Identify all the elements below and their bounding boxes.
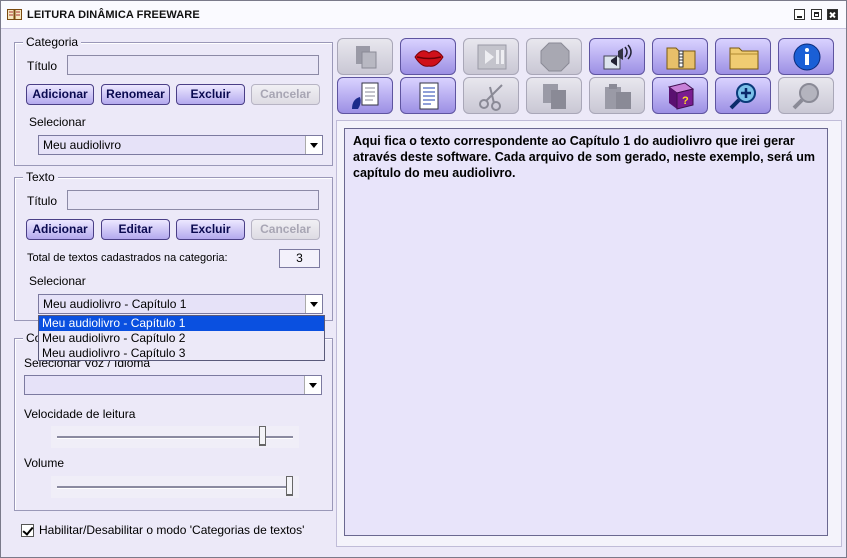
texto-editar-button[interactable]: Editar bbox=[101, 219, 170, 240]
velocidade-slider-thumb[interactable] bbox=[259, 426, 266, 446]
maximize-button[interactable] bbox=[811, 9, 822, 20]
texto-selecionar-label: Selecionar bbox=[29, 274, 86, 288]
dropdown-option[interactable]: Meu audiolivro - Capítulo 1 bbox=[39, 316, 324, 331]
copy-button[interactable] bbox=[526, 77, 582, 114]
categoria-renomear-button[interactable]: Renomear bbox=[101, 84, 170, 105]
speech-to-file-button[interactable] bbox=[337, 77, 393, 114]
dropdown-option[interactable]: Meu audiolivro - Capítulo 3 bbox=[39, 346, 324, 361]
paste-icon bbox=[356, 46, 377, 69]
volume-slider[interactable] bbox=[51, 476, 299, 498]
mode-checkbox[interactable] bbox=[21, 524, 34, 537]
texto-select-dropdown: Meu audiolivro - Capítulo 1 Meu audioliv… bbox=[38, 315, 325, 361]
stop-button[interactable] bbox=[526, 38, 582, 75]
stop-icon bbox=[540, 42, 570, 72]
close-button[interactable] bbox=[827, 9, 838, 20]
window-title: LEITURA DINÂMICA FREEWARE bbox=[27, 9, 200, 21]
texto-titulo-input[interactable] bbox=[67, 190, 319, 210]
texto-adicionar-button[interactable]: Adicionar bbox=[26, 219, 94, 240]
document-icon bbox=[419, 82, 439, 110]
speaker-icon bbox=[603, 44, 632, 70]
cut-button[interactable] bbox=[463, 77, 519, 114]
texto-titulo-label: Título bbox=[27, 194, 58, 208]
info-icon bbox=[793, 43, 821, 71]
velocidade-slider-track bbox=[57, 436, 293, 439]
texto-total-label: Total de textos cadastrados na categoria… bbox=[27, 252, 228, 264]
volume-slider-thumb[interactable] bbox=[286, 476, 293, 496]
volume-slider-track bbox=[57, 486, 293, 489]
lips-icon bbox=[414, 50, 444, 67]
texto-select-value: Meu audiolivro - Capítulo 1 bbox=[43, 297, 187, 311]
open-zip-button[interactable] bbox=[652, 38, 708, 75]
help-book-icon: ? bbox=[667, 82, 695, 110]
velocidade-slider[interactable] bbox=[51, 426, 299, 448]
text-editor[interactable]: Aqui fica o texto correspondente ao Capí… bbox=[344, 128, 828, 536]
dropdown-option[interactable]: Meu audiolivro - Capítulo 2 bbox=[39, 331, 324, 346]
texto-total-value: 3 bbox=[279, 249, 320, 268]
clipboard-icon bbox=[605, 84, 631, 109]
speech-file-icon bbox=[352, 82, 379, 109]
zoom-out-icon bbox=[792, 83, 819, 110]
chevron-down-icon[interactable] bbox=[304, 376, 321, 394]
svg-text:?: ? bbox=[682, 95, 689, 107]
copy-icon bbox=[543, 84, 566, 109]
categoria-legend: Categoria bbox=[23, 35, 82, 49]
categoria-select[interactable]: Meu audiolivro bbox=[38, 135, 323, 155]
texto-select[interactable]: Meu audiolivro - Capítulo 1 bbox=[38, 294, 323, 314]
minimize-button[interactable] bbox=[794, 9, 805, 20]
play-pause-button[interactable] bbox=[463, 38, 519, 75]
play-pause-icon bbox=[477, 44, 507, 70]
info-button[interactable] bbox=[778, 38, 834, 75]
texto-legend: Texto bbox=[23, 170, 58, 184]
audio-settings-button[interactable] bbox=[589, 38, 645, 75]
speak-button[interactable] bbox=[400, 38, 456, 75]
texto-excluir-button[interactable]: Excluir bbox=[176, 219, 245, 240]
categoria-select-value: Meu audiolivro bbox=[43, 138, 122, 152]
voz-select[interactable] bbox=[24, 375, 322, 395]
volume-label: Volume bbox=[24, 456, 65, 470]
chevron-down-icon[interactable] bbox=[305, 136, 322, 154]
categoria-adicionar-button[interactable]: Adicionar bbox=[26, 84, 94, 105]
chevron-down-icon[interactable] bbox=[305, 295, 322, 313]
texto-cancelar-button[interactable]: Cancelar bbox=[251, 219, 320, 240]
new-text-button[interactable] bbox=[400, 77, 456, 114]
categoria-titulo-label: Título bbox=[27, 59, 58, 73]
zoom-in-icon bbox=[729, 83, 756, 110]
zoom-out-button[interactable] bbox=[778, 77, 834, 114]
categoria-cancelar-button[interactable]: Cancelar bbox=[251, 84, 320, 105]
clipboard-button[interactable] bbox=[589, 77, 645, 114]
categoria-excluir-button[interactable]: Excluir bbox=[176, 84, 245, 105]
mode-checkbox-label: Habilitar/Desabilitar o modo 'Categorias… bbox=[39, 523, 305, 537]
categoria-titulo-input[interactable] bbox=[67, 55, 319, 75]
zip-folder-icon bbox=[666, 47, 696, 70]
scissors-icon bbox=[479, 84, 503, 111]
book-icon bbox=[7, 9, 22, 20]
paste-button[interactable] bbox=[337, 38, 393, 75]
velocidade-label: Velocidade de leitura bbox=[24, 407, 136, 421]
categoria-selecionar-label: Selecionar bbox=[29, 115, 86, 129]
app-window: LEITURA DINÂMICA FREEWARE Categoria Títu… bbox=[0, 0, 847, 558]
folder-icon bbox=[729, 47, 759, 70]
help-button[interactable]: ? bbox=[652, 77, 708, 114]
title-bar[interactable]: LEITURA DINÂMICA FREEWARE bbox=[1, 1, 846, 29]
zoom-in-button[interactable] bbox=[715, 77, 771, 114]
open-folder-button[interactable] bbox=[715, 38, 771, 75]
